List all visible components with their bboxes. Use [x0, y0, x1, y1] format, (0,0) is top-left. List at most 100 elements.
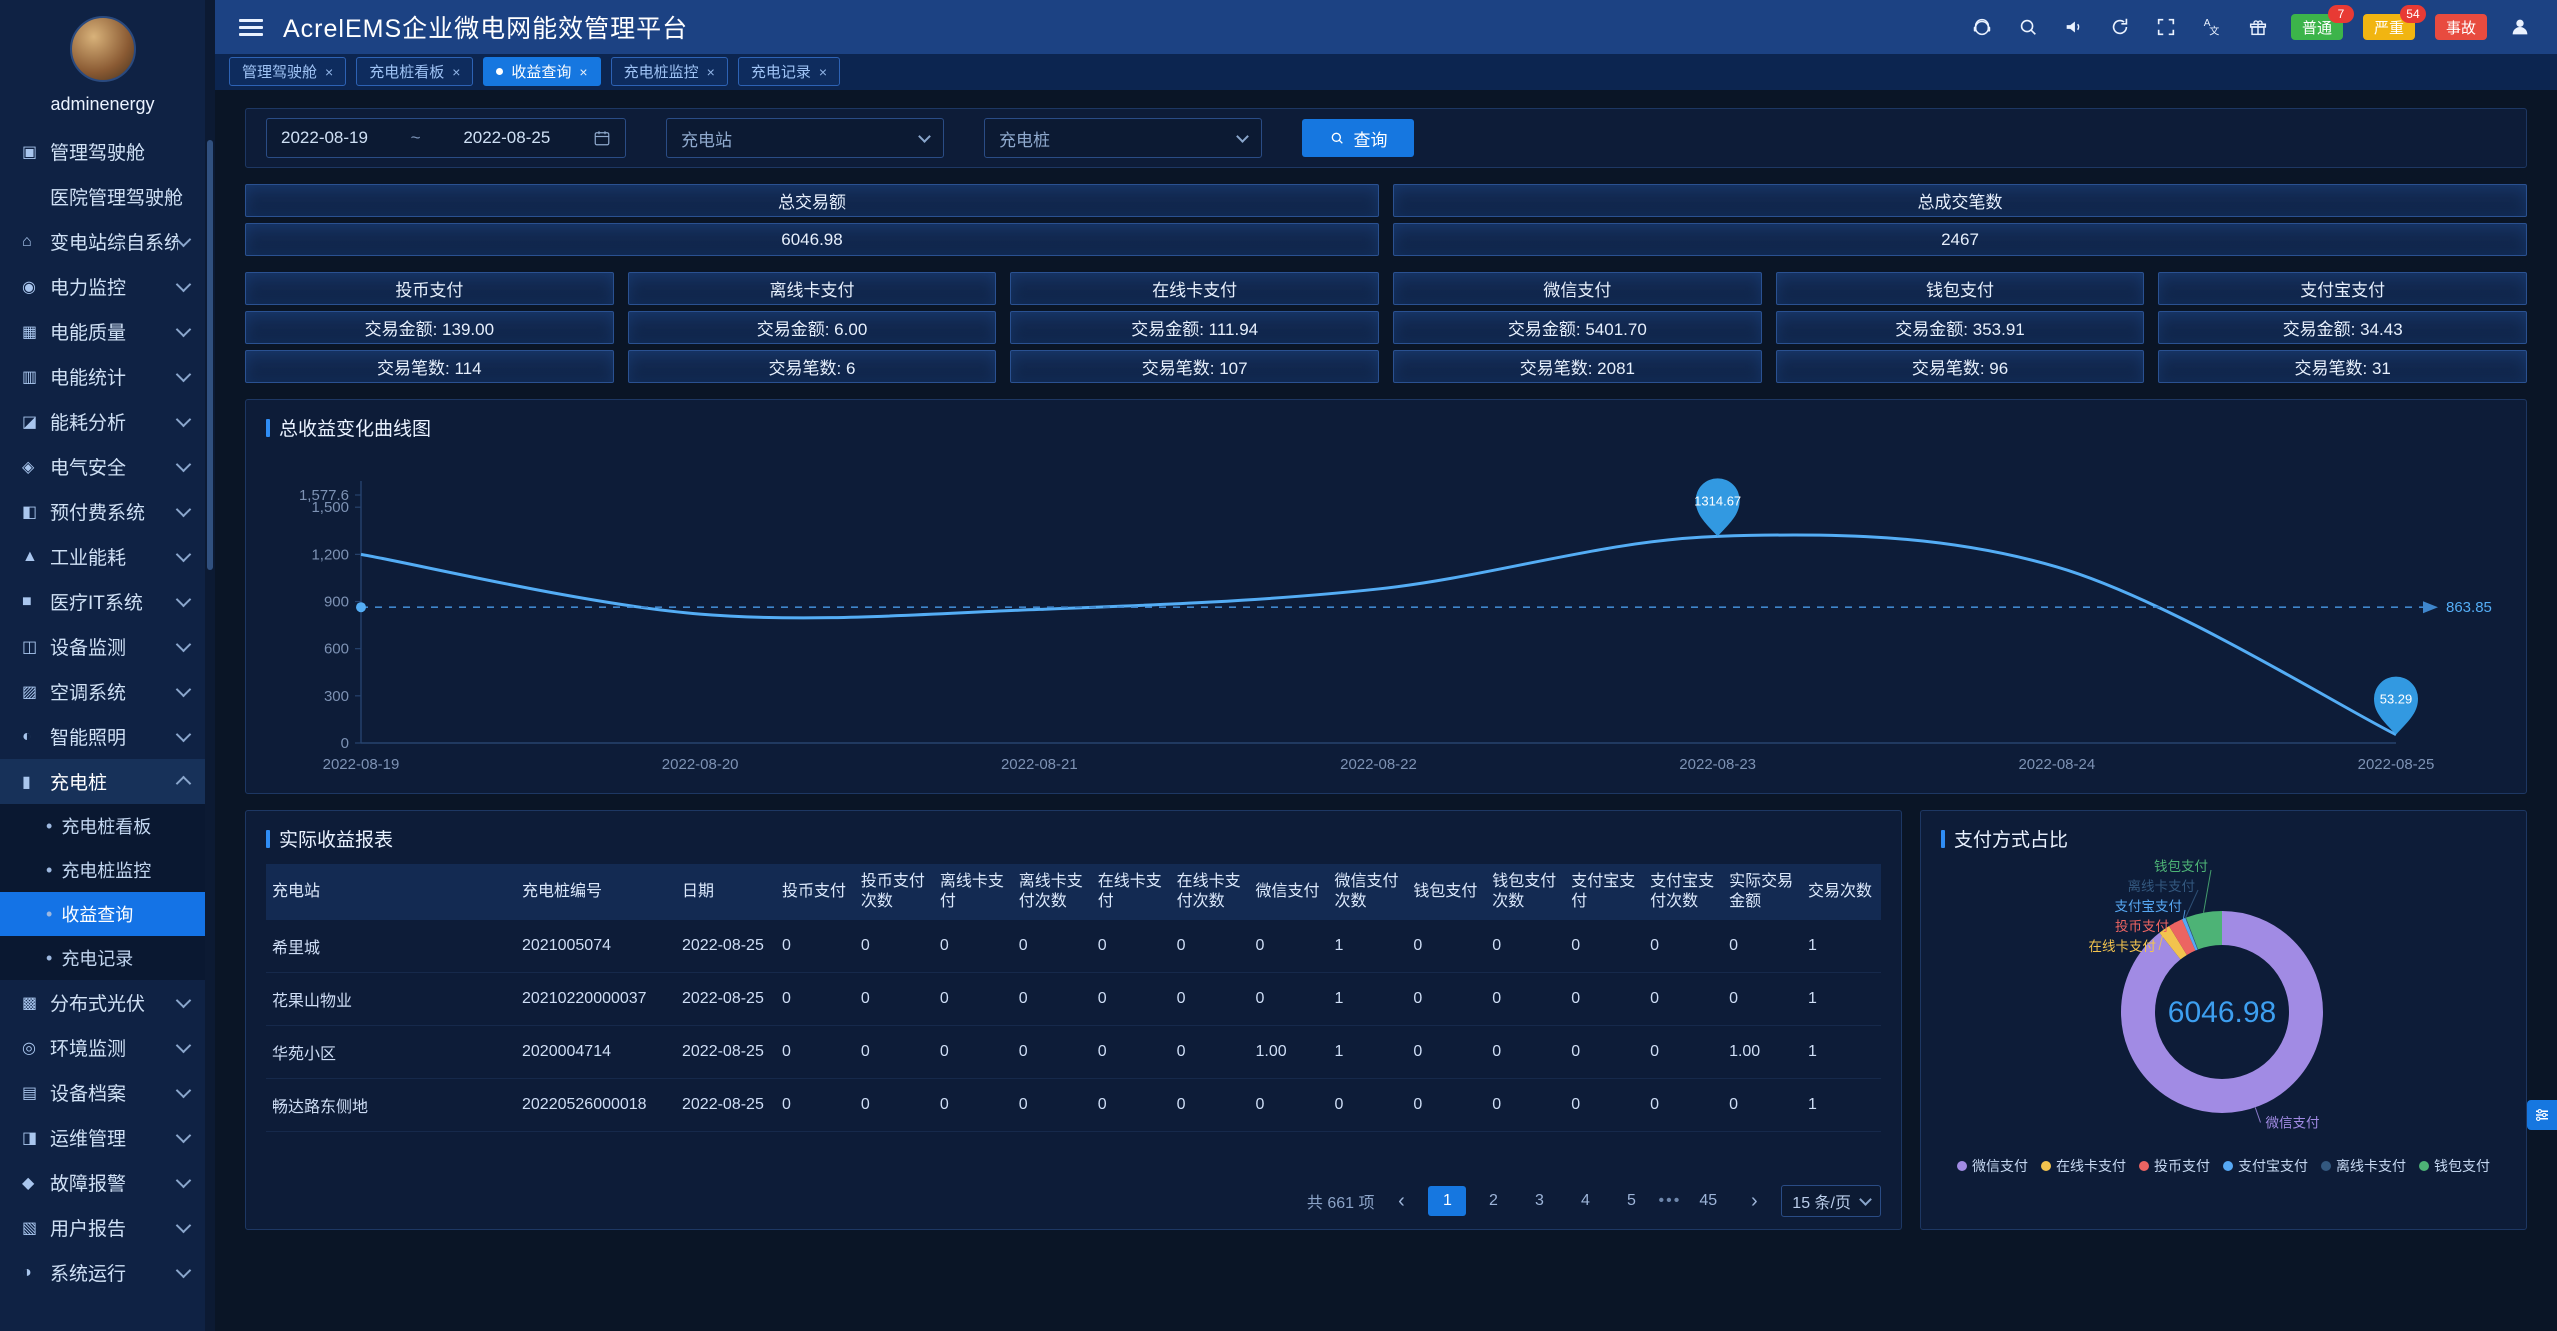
prev-page-button[interactable]: ‹: [1382, 1186, 1420, 1216]
legend-item-在线卡支付[interactable]: 在线卡支付: [2041, 1156, 2126, 1176]
sidebar-subitem-pile-monitoring[interactable]: • 充电桩监控: [0, 848, 205, 892]
volume-icon[interactable]: [2061, 14, 2087, 40]
sidebar-item-substation-system[interactable]: ⌂变电站综自系统: [0, 219, 205, 264]
quick-settings-button[interactable]: [2527, 1100, 2557, 1130]
sidebar-item-fault-alarm[interactable]: ◆故障报警: [0, 1160, 205, 1205]
device-monitoring-icon: ◫: [22, 637, 50, 657]
page-button-3[interactable]: 3: [1520, 1186, 1558, 1216]
alarm-badge-normal[interactable]: 普通7: [2291, 14, 2343, 40]
user-avatar[interactable]: [70, 16, 136, 82]
sidebar-item-medical-it-system[interactable]: ■医疗IT系统: [0, 579, 205, 624]
tab-管理驾驶舱[interactable]: 管理驾驶舱×: [229, 57, 346, 86]
page-button-45[interactable]: 45: [1689, 1186, 1727, 1216]
legend-item-投币支付[interactable]: 投币支付: [2139, 1156, 2210, 1176]
table-column-header: 在线卡支付: [1092, 864, 1171, 920]
legend-label: 支付宝支付: [2238, 1156, 2308, 1176]
legend-item-钱包支付[interactable]: 钱包支付: [2419, 1156, 2490, 1176]
table-cell: 0: [1013, 920, 1092, 973]
pay-card-title: 投币支付: [245, 272, 614, 305]
sidebar-item-hvac-system[interactable]: ▨空调系统: [0, 669, 205, 714]
search-icon[interactable]: [2015, 14, 2041, 40]
pay-card-amount: 交易金额: 353.91: [1776, 311, 2145, 344]
station-select[interactable]: 充电站: [666, 118, 944, 158]
table-cell: 0: [1250, 920, 1329, 973]
sidebar-item-charging-pile[interactable]: ▮充电桩: [0, 759, 205, 804]
alarm-badge-serious[interactable]: 严重54: [2363, 14, 2415, 40]
tab-充电记录[interactable]: 充电记录×: [738, 57, 840, 86]
sidebar-subitem-revenue-query[interactable]: •收益查询: [0, 892, 205, 936]
legend-item-微信支付[interactable]: 微信支付: [1957, 1156, 2028, 1176]
sidebar-item-energy-statistics[interactable]: ▥电能统计: [0, 354, 205, 399]
gift-icon[interactable]: [2245, 14, 2271, 40]
sidebar-subitem-charging-records[interactable]: •充电记录: [0, 936, 205, 980]
tab-充电桩看板[interactable]: 充电桩看板×: [356, 57, 473, 86]
customer-service-icon[interactable]: [1969, 14, 1995, 40]
tab-close-icon[interactable]: ×: [579, 64, 587, 80]
sidebar-subitem-label: 充电桩监控: [61, 857, 151, 883]
search-button[interactable]: 查询: [1302, 119, 1414, 157]
table-cell: 0: [1565, 973, 1644, 1026]
table-cell: 0: [855, 973, 934, 1026]
page-size-select[interactable]: 15 条/页: [1781, 1185, 1881, 1217]
refresh-icon[interactable]: [2107, 14, 2133, 40]
page-button-2[interactable]: 2: [1474, 1186, 1512, 1216]
date-range-picker[interactable]: 2022-08-19 ~ 2022-08-25: [266, 118, 626, 158]
page-button-1[interactable]: 1: [1428, 1186, 1466, 1216]
table-row: 希里城20210050742022-08-2500000001000001: [266, 920, 1881, 973]
sidebar-item-label: 电能质量: [50, 318, 178, 345]
sidebar-item-smart-lighting[interactable]: ◐智能照明: [0, 714, 205, 759]
pay-card-离线卡支付: 离线卡支付交易金额: 6.00交易笔数: 6: [628, 272, 997, 383]
total-amount-value: 6046.98: [245, 223, 1379, 256]
pay-card-投币支付: 投币支付交易金额: 139.00交易笔数: 114: [245, 272, 614, 383]
sidebar-item-system-operation[interactable]: ◑系统运行: [0, 1250, 205, 1295]
sidebar-subitem-pile-dashboard[interactable]: •充电桩看板: [0, 804, 205, 848]
sidebar-item-power-monitoring[interactable]: ◉电力监控: [0, 264, 205, 309]
table-column-header: 钱包支付次数: [1486, 864, 1565, 920]
bullet-icon: •: [46, 860, 52, 881]
page-button-5[interactable]: 5: [1612, 1186, 1650, 1216]
svg-text:2022-08-24: 2022-08-24: [2018, 756, 2095, 773]
tab-close-icon[interactable]: ×: [819, 64, 827, 80]
tab-收益查询[interactable]: 收益查询×: [483, 57, 600, 86]
table-cell: 0: [1171, 920, 1250, 973]
sidebar-item-power-quality[interactable]: ▦电能质量: [0, 309, 205, 354]
sidebar-item-industrial-energy[interactable]: ▲工业能耗: [0, 534, 205, 579]
chevron-down-icon: [176, 1128, 192, 1144]
bullet-icon: •: [46, 904, 52, 925]
energy-analysis-icon: ◪: [22, 412, 50, 432]
revenue-chart-title: 总收益变化曲线图: [266, 414, 2506, 441]
legend-dot: [2223, 1161, 2233, 1171]
bullet-icon: •: [46, 948, 52, 969]
page-button-4[interactable]: 4: [1566, 1186, 1604, 1216]
translate-icon[interactable]: A文: [2199, 14, 2225, 40]
tab-close-icon[interactable]: ×: [707, 64, 715, 80]
sidebar-scrollbar-thumb[interactable]: [207, 140, 213, 570]
title-accent-bar: [266, 419, 270, 437]
sidebar-item-device-monitoring[interactable]: ◫设备监测: [0, 624, 205, 669]
tab-close-icon[interactable]: ×: [325, 64, 333, 80]
donut-callout-label: 离线卡支付: [2127, 878, 2195, 894]
sidebar-item-electrical-safety[interactable]: ◈电气安全: [0, 444, 205, 489]
sidebar-item-management-cockpit[interactable]: ▣管理驾驶舱: [0, 129, 205, 174]
sidebar-item-prepaid-system[interactable]: ◧预付费系统: [0, 489, 205, 534]
menu-toggle-icon[interactable]: [239, 19, 263, 36]
sidebar-item-distributed-pv[interactable]: ▩分布式光伏: [0, 980, 205, 1025]
sidebar-item-user-report[interactable]: ▧用户报告: [0, 1205, 205, 1250]
legend-item-支付宝支付[interactable]: 支付宝支付: [2223, 1156, 2308, 1176]
sidebar-item-energy-analysis[interactable]: ◪能耗分析: [0, 399, 205, 444]
sidebar-item-device-archives[interactable]: ▤设备档案: [0, 1070, 205, 1115]
user-icon[interactable]: [2507, 14, 2533, 40]
table-cell: 0: [1092, 920, 1171, 973]
pile-select[interactable]: 充电桩: [984, 118, 1262, 158]
next-page-button[interactable]: ›: [1735, 1186, 1773, 1216]
alarm-badge-accident[interactable]: 事故: [2435, 14, 2487, 40]
tab-充电桩监控[interactable]: 充电桩监控×: [611, 57, 728, 86]
sidebar-item-hospital-cockpit[interactable]: 医院管理驾驶舱: [0, 174, 205, 219]
sidebar-item-operation-maintenance[interactable]: ◨运维管理: [0, 1115, 205, 1160]
sidebar-item-environment-monitoring[interactable]: ◎环境监测: [0, 1025, 205, 1070]
table-cell: 0: [1013, 973, 1092, 1026]
alarm-badge-count: 7: [2328, 5, 2354, 23]
legend-item-离线卡支付[interactable]: 离线卡支付: [2321, 1156, 2406, 1176]
tab-close-icon[interactable]: ×: [452, 64, 460, 80]
fullscreen-icon[interactable]: [2153, 14, 2179, 40]
